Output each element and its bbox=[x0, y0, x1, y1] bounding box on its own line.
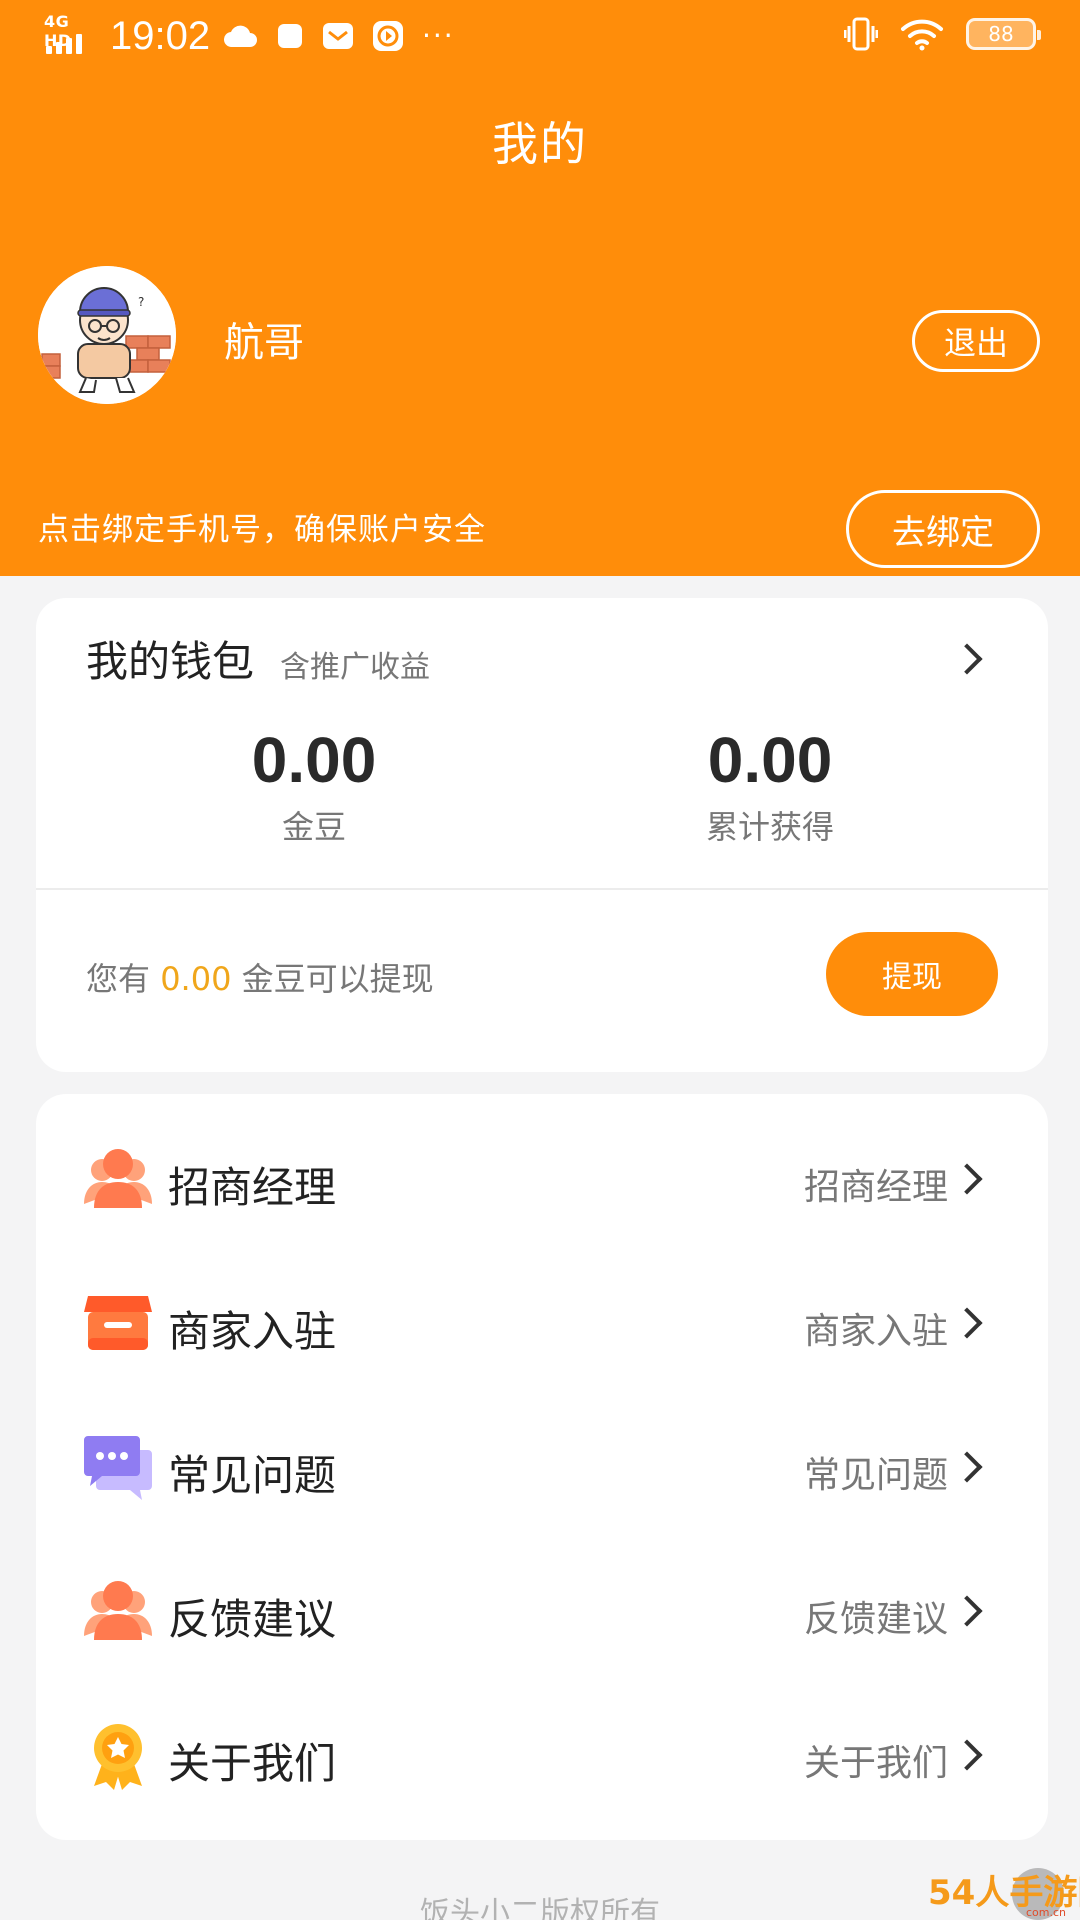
wallet-title[interactable]: 我的钱包 bbox=[86, 628, 254, 689]
avatar-illustration: ? bbox=[38, 266, 176, 404]
menu-item-merchant-join[interactable]: 商家入驻 商家入驻 bbox=[36, 1252, 1048, 1392]
divider bbox=[36, 888, 1048, 890]
withdraw-amount: 0.00 bbox=[160, 960, 232, 998]
cellular-signal-icon: 4G HD bbox=[44, 12, 96, 54]
store-icon bbox=[84, 1296, 152, 1350]
people-icon bbox=[84, 1581, 152, 1640]
chevron-right-icon bbox=[951, 1595, 983, 1627]
menu-value: 商家入驻 bbox=[803, 1311, 948, 1352]
menu-item-investment-manager[interactable]: 招商经理 招商经理 bbox=[36, 1108, 1048, 1248]
battery-level: 88 bbox=[988, 22, 1014, 46]
vibrate-icon bbox=[844, 17, 878, 51]
more-notifications-icon: ··· bbox=[422, 19, 455, 52]
menu-value: 招商经理 bbox=[803, 1167, 948, 1208]
withdraw-prefix: 您有 bbox=[86, 960, 151, 998]
chevron-right-icon bbox=[951, 1451, 983, 1483]
chevron-right-icon bbox=[951, 1307, 983, 1339]
medal-icon bbox=[94, 1724, 142, 1790]
svg-text:?: ? bbox=[138, 295, 144, 309]
wallet-subtitle: 含推广收益 bbox=[280, 650, 430, 685]
people-icon bbox=[84, 1149, 152, 1208]
gold-beans-label: 金豆 bbox=[281, 808, 346, 846]
chevron-right-icon bbox=[951, 1739, 983, 1771]
logout-button[interactable]: 退出 bbox=[912, 310, 1040, 372]
battery-icon: 88 bbox=[966, 18, 1041, 50]
gold-beans-value: 0.00 bbox=[251, 724, 377, 796]
withdraw-suffix: 金豆可以提现 bbox=[241, 960, 434, 998]
menu-label: 商家入驻 bbox=[168, 1307, 337, 1356]
cloud-icon bbox=[224, 25, 257, 48]
video-icon bbox=[373, 21, 403, 51]
chevron-right-icon[interactable] bbox=[951, 643, 983, 675]
site-watermark-logo: 54人手游网 com.cn bbox=[928, 1868, 1080, 1920]
status-time: 19:02 bbox=[110, 14, 211, 58]
wallet-card: 我的钱包 含推广收益 0.00 金豆 0.00 累计获得 您有 0.00 金豆可… bbox=[36, 598, 1048, 1072]
app-square-icon bbox=[278, 24, 302, 48]
menu-label: 招商经理 bbox=[168, 1163, 337, 1212]
bind-phone-button[interactable]: 去绑定 bbox=[846, 490, 1040, 568]
bind-phone-tip: 点击绑定手机号，确保账户安全 bbox=[38, 512, 486, 548]
menu-value: 常见问题 bbox=[803, 1455, 948, 1496]
status-bar: 4G HD 19:02 ··· 88 bbox=[0, 0, 1080, 72]
menu-label: 常见问题 bbox=[168, 1451, 337, 1500]
menu-label: 反馈建议 bbox=[168, 1595, 337, 1644]
profile-header: 4G HD 19:02 ··· 88 我的 ? 航哥 退出 点击绑定手机号，确保… bbox=[0, 0, 1080, 576]
menu-value: 关于我们 bbox=[803, 1743, 948, 1784]
total-earned-label: 累计获得 bbox=[705, 808, 834, 846]
withdraw-tip: 您有 0.00 金豆可以提现 bbox=[86, 954, 434, 1000]
chat-icon bbox=[84, 1436, 152, 1500]
wifi-icon bbox=[901, 19, 943, 51]
menu-item-feedback[interactable]: 反馈建议 反馈建议 bbox=[36, 1540, 1048, 1680]
menu-item-about-us[interactable]: 关于我们 关于我们 bbox=[36, 1684, 1048, 1824]
withdraw-button[interactable]: 提现 bbox=[826, 932, 998, 1016]
gold-beans-stat: 0.00 金豆 bbox=[164, 724, 464, 848]
copyright-text: 饭头小二版权所有 bbox=[420, 1896, 660, 1920]
avatar[interactable]: ? bbox=[38, 266, 176, 404]
menu-card: 招商经理 招商经理 商家入驻 商家入驻 常见问题 常见问题 反馈建议 反馈建议 … bbox=[36, 1094, 1048, 1840]
page-title: 我的 bbox=[492, 117, 588, 171]
total-earned-stat: 0.00 累计获得 bbox=[620, 724, 920, 848]
total-earned-value: 0.00 bbox=[707, 724, 833, 796]
menu-label: 关于我们 bbox=[168, 1739, 337, 1788]
menu-value: 反馈建议 bbox=[803, 1599, 948, 1640]
mail-icon bbox=[323, 23, 353, 49]
menu-item-faq[interactable]: 常见问题 常见问题 bbox=[36, 1396, 1048, 1536]
svg-text:com.cn: com.cn bbox=[1026, 1906, 1066, 1919]
chevron-right-icon bbox=[951, 1163, 983, 1195]
user-name: 航哥 bbox=[224, 320, 304, 366]
